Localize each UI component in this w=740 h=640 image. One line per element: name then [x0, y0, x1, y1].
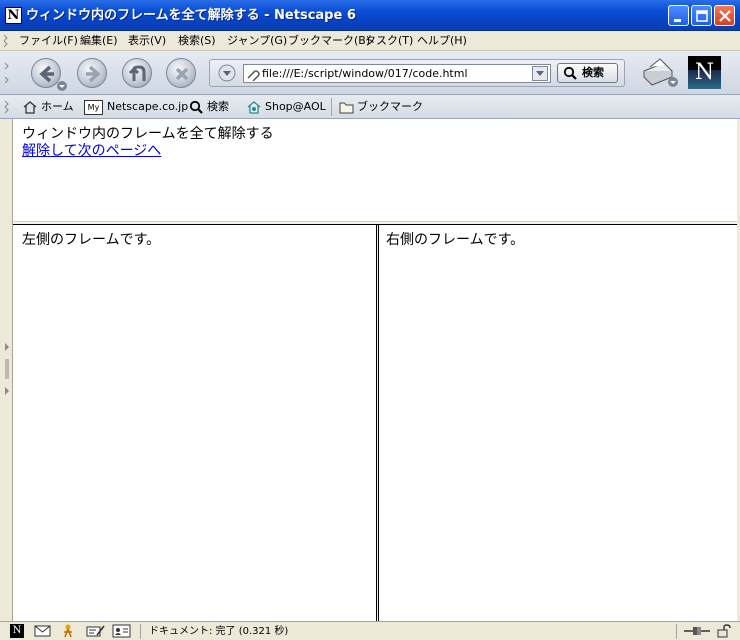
netscape-logo-letter: N — [694, 60, 715, 85]
personal-netscape-button[interactable]: My Netscape.co.jp — [84, 98, 188, 116]
security-lock-icon[interactable] — [716, 624, 732, 638]
personal-netscape-label: Netscape.co.jp — [107, 100, 189, 113]
personal-bookmarks-label: ブックマーク — [357, 100, 423, 113]
back-history-dropdown-icon[interactable] — [56, 80, 68, 92]
minimize-button[interactable] — [668, 5, 689, 26]
url-text[interactable]: file:///E:/script/window/017/code.html — [262, 65, 532, 82]
print-icon[interactable] — [638, 55, 678, 89]
navigation-toolbar: file:///E:/script/window/017/code.html 検… — [0, 51, 740, 95]
toolbar-grip-icon[interactable] — [4, 57, 10, 89]
menu-edit[interactable]: 編集(E) — [80, 33, 118, 49]
right-frame-text: 右側のフレームです。 — [386, 232, 525, 248]
address-book-icon[interactable] — [112, 624, 132, 638]
netscape-app-icon[interactable]: N — [5, 7, 22, 24]
personal-shop-label: Shop@AOL — [265, 100, 326, 113]
minimize-icon — [674, 19, 681, 22]
menu-tasks[interactable]: タスク(T) — [365, 33, 413, 49]
composer-icon[interactable] — [86, 624, 106, 638]
sidebar-toggle-grip-icon[interactable] — [3, 339, 11, 399]
url-history-dropdown-icon[interactable] — [532, 66, 548, 81]
title-bar[interactable]: N ウィンドウ内のフレームを全て解除する - Netscape 6 — [0, 0, 740, 31]
maximize-button[interactable] — [691, 5, 712, 26]
toolbar-grip-icon[interactable] — [4, 100, 10, 114]
personal-toolbar: ホーム My Netscape.co.jp 検索 Shop@AOL ブックマーク — [0, 95, 740, 119]
reload-button[interactable] — [122, 58, 152, 88]
menu-bookmarks[interactable]: ブックマーク(B) — [288, 33, 370, 49]
toolbar-grip-icon[interactable] — [3, 34, 9, 48]
top-frame-heading: ウィンドウ内のフレームを全て解除する — [22, 126, 274, 142]
forward-button[interactable] — [77, 58, 107, 88]
personal-search-label: 検索 — [207, 100, 229, 113]
left-frame — [13, 225, 376, 621]
stop-icon — [175, 67, 189, 81]
search-button[interactable]: 検索 — [557, 63, 618, 83]
search-icon — [189, 100, 203, 114]
online-connection-icon[interactable] — [683, 624, 711, 638]
stop-button[interactable] — [166, 58, 196, 88]
mail-icon[interactable] — [34, 624, 52, 638]
personal-home-button[interactable]: ホーム — [22, 98, 74, 116]
forward-arrow-icon — [86, 65, 101, 83]
release-frames-link[interactable]: 解除して次のページへ — [22, 143, 161, 160]
personal-shop-button[interactable]: Shop@AOL — [246, 98, 326, 116]
personal-home-label: ホーム — [41, 100, 74, 113]
menu-go[interactable]: ジャンプ(G) — [227, 33, 287, 49]
personal-bookmarks-button[interactable]: ブックマーク — [339, 98, 423, 116]
netscape-throbber[interactable]: N — [688, 56, 721, 89]
toolbar-separator — [331, 98, 332, 116]
magnifier-icon — [563, 66, 577, 80]
menu-file[interactable]: ファイル(F) — [19, 33, 78, 49]
personal-search-button[interactable]: 検索 — [189, 98, 229, 116]
menu-view[interactable]: 表示(V) — [128, 33, 166, 49]
menu-bar: ファイル(F) 編集(E) 表示(V) 検索(S) ジャンプ(G) ブックマーク… — [0, 31, 740, 51]
netscape-status-icon[interactable]: N — [10, 624, 24, 638]
home-icon — [23, 101, 37, 114]
folder-icon — [339, 102, 354, 113]
window-title: ウィンドウ内のフレームを全て解除する - Netscape 6 — [26, 8, 356, 23]
search-button-label: 検索 — [582, 66, 604, 79]
shop-icon — [247, 101, 261, 114]
status-text: ドキュメント: 完了 (0.321 秒) — [149, 626, 289, 637]
menu-search[interactable]: 検索(S) — [178, 33, 216, 49]
instant-messenger-icon[interactable] — [60, 624, 76, 638]
page-proxy-icon[interactable] — [246, 67, 260, 81]
right-frame — [379, 225, 737, 621]
close-icon — [719, 10, 731, 22]
reload-icon — [128, 65, 146, 81]
sidebar-collapsed-edge[interactable] — [0, 119, 13, 621]
status-separator — [676, 624, 677, 639]
left-frame-text: 左側のフレームです。 — [22, 232, 161, 248]
status-separator — [140, 624, 141, 639]
my-netscape-icon: My — [84, 99, 103, 115]
close-button[interactable] — [714, 5, 735, 26]
maximize-icon — [696, 10, 708, 22]
menu-help[interactable]: ヘルプ(H) — [417, 33, 467, 49]
status-bar: N ドキュメント: 完了 (0.321 秒) — [0, 621, 740, 640]
url-dropdown-icon[interactable] — [217, 63, 237, 83]
